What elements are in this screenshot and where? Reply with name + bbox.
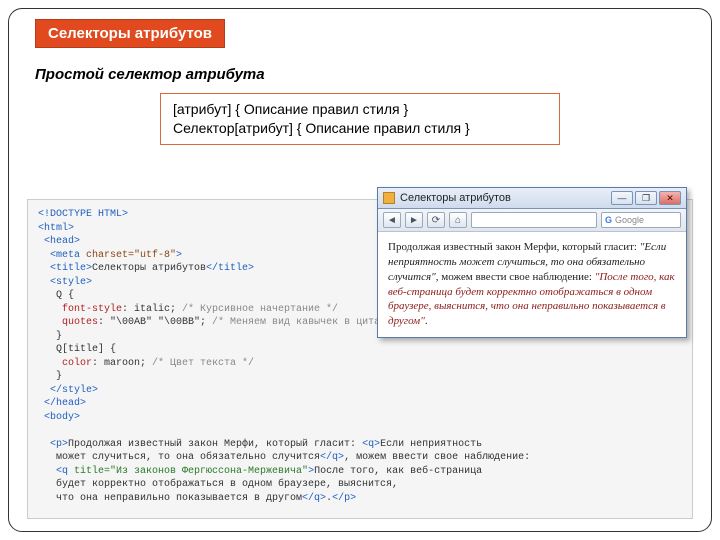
code-p-t7: что она неправильно показывается в друго… — [38, 493, 302, 504]
code-p-t6: будет корректно отображаться в одном бра… — [38, 479, 398, 490]
code-css-quotes-v: : "\00AB" "\00BB"; — [98, 317, 206, 328]
code-p-t5: После того, как веб-страница — [314, 466, 482, 477]
page-text-pre: Продолжая известный закон Мерфи, который… — [388, 241, 640, 253]
code-html-open: <html> — [38, 223, 74, 234]
code-css-qt-close: } — [38, 371, 62, 382]
code-css-font-v: : italic; — [122, 304, 176, 315]
code-css-quotes: quotes — [38, 317, 98, 328]
minimize-button[interactable]: — — [611, 191, 633, 205]
code-css-color: color — [38, 358, 92, 369]
reload-button[interactable]: ⟳ — [427, 212, 445, 228]
back-button[interactable]: ◄ — [383, 212, 401, 228]
syntax-line-1: [атрибут] { Описание правил стиля } — [173, 100, 547, 119]
code-style-open: <style> — [38, 277, 92, 288]
code-meta-attr: charset="utf-8" — [80, 250, 176, 261]
code-q-close: </q> — [320, 452, 344, 463]
code-title-close: </title> — [206, 263, 254, 274]
code-css-color-c: /* Цвет текста */ — [146, 358, 254, 369]
code-css-q: Q { — [38, 290, 74, 301]
code-meta: <meta — [38, 250, 80, 261]
code-doctype: <!DOCTYPE HTML> — [38, 209, 128, 220]
code-css-font-c: /* Курсивное начертание */ — [176, 304, 338, 315]
code-style-close: </style> — [38, 385, 98, 396]
search-box[interactable]: G Google — [601, 212, 681, 228]
code-p-t3: может случиться, то она обязательно случ… — [38, 452, 320, 463]
google-icon: G — [605, 215, 612, 225]
browser-titlebar: Селекторы атрибутов — ❐ ✕ — [378, 188, 686, 209]
code-p-t4: , можем ввести свое наблюдение: — [344, 452, 530, 463]
code-css-q-close: } — [38, 331, 62, 342]
code-q-open: <q> — [362, 439, 380, 450]
code-css-qt: Q[title] { — [38, 344, 116, 355]
code-head-open: <head> — [38, 236, 80, 247]
window-title: Селекторы атрибутов — [400, 192, 511, 204]
code-css-color-v: : maroon; — [92, 358, 146, 369]
close-button[interactable]: ✕ — [659, 191, 681, 205]
code-body-open: <body> — [38, 412, 80, 423]
code-title-open: <title> — [38, 263, 92, 274]
browser-window: Селекторы атрибутов — ❐ ✕ ◄ ► ⟳ ⌂ G Goog… — [377, 187, 687, 338]
code-p-t2: Если неприятность — [380, 439, 482, 450]
code-meta-close: > — [176, 250, 182, 261]
window-buttons: — ❐ ✕ — [611, 191, 681, 205]
code-q2-attr: title="Из законов Фергюссона-Мержевича" — [68, 466, 308, 477]
slide-frame: Селекторы атрибутов Простой селектор атр… — [8, 8, 712, 532]
subsection-title: Простой селектор атрибута — [35, 66, 699, 83]
code-q2-close: </q> — [302, 493, 326, 504]
page-text-end: . — [425, 315, 428, 327]
syntax-box: [атрибут] { Описание правил стиля } Селе… — [160, 93, 560, 145]
address-bar[interactable] — [471, 212, 597, 228]
favicon-icon — [383, 192, 395, 204]
code-q2-open: <q — [38, 466, 68, 477]
section-badge: Селекторы атрибутов — [35, 19, 225, 48]
search-provider-label: Google — [615, 215, 644, 225]
code-head-close: </head> — [38, 398, 86, 409]
code-p-close: </p> — [332, 493, 356, 504]
browser-page: Продолжая известный закон Мерфи, который… — [378, 232, 686, 337]
syntax-line-2: Селектор[атрибут] { Описание правил стил… — [173, 119, 547, 138]
code-p-open: <p> — [38, 439, 68, 450]
code-title-text: Селекторы атрибутов — [92, 263, 206, 274]
maximize-button[interactable]: ❐ — [635, 191, 657, 205]
code-css-font: font-style — [38, 304, 122, 315]
page-text-mid: , можем ввести свое наблюдение: — [436, 271, 595, 283]
home-button[interactable]: ⌂ — [449, 212, 467, 228]
code-p-t1: Продолжая известный закон Мерфи, который… — [68, 439, 362, 450]
browser-toolbar: ◄ ► ⟳ ⌂ G Google — [378, 209, 686, 232]
forward-button[interactable]: ► — [405, 212, 423, 228]
